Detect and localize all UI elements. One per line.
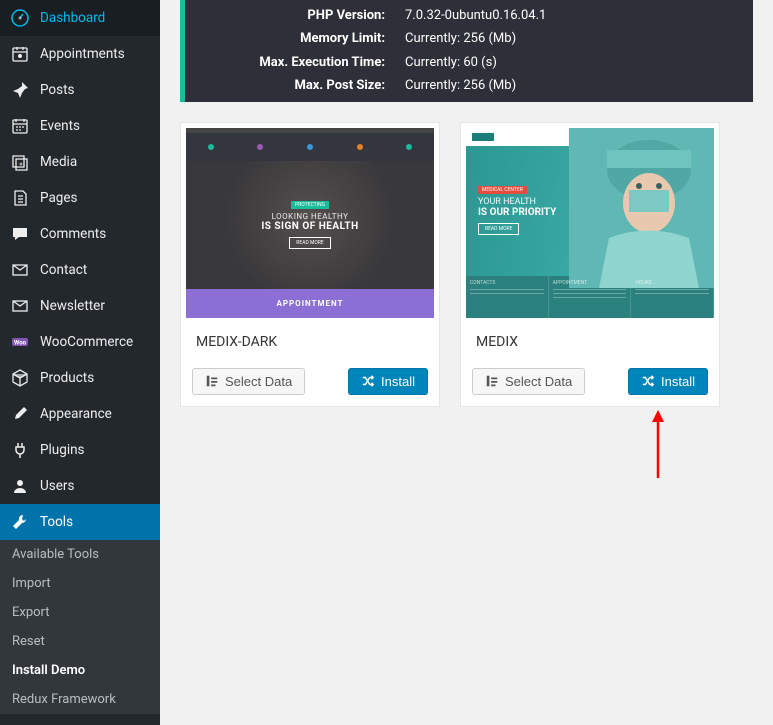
pages-icon bbox=[10, 188, 30, 208]
submenu-item-install-demo[interactable]: Install Demo bbox=[0, 656, 160, 685]
sidebar-item-label: Tools bbox=[40, 514, 73, 530]
sidebar-item-posts[interactable]: Posts bbox=[0, 72, 160, 108]
main-content: PHP Version:7.0.32-0ubuntu0.16.04.1Memor… bbox=[160, 0, 773, 427]
tools-submenu: Available ToolsImportExportResetInstall … bbox=[0, 540, 160, 714]
demo-card-medix-dark: PROTECTINGLOOKING HEALTHYIS SIGN OF HEAL… bbox=[180, 122, 440, 407]
info-value: Currently: 256 (Mb) bbox=[405, 27, 753, 50]
sidebar-item-label: Posts bbox=[40, 82, 74, 98]
mail-icon bbox=[10, 260, 30, 280]
system-info-panel: PHP Version:7.0.32-0ubuntu0.16.04.1Memor… bbox=[180, 0, 753, 102]
sidebar-item-appointments[interactable]: Appointments bbox=[0, 36, 160, 72]
demo-thumbnail: PROTECTINGLOOKING HEALTHYIS SIGN OF HEAL… bbox=[186, 128, 434, 318]
info-label: PHP Version: bbox=[185, 4, 405, 27]
sidebar-item-label: Plugins bbox=[40, 442, 85, 458]
submenu-item-import[interactable]: Import bbox=[0, 569, 160, 598]
sidebar-item-woocommerce[interactable]: WooCommerce bbox=[0, 324, 160, 360]
plug-icon bbox=[10, 440, 30, 460]
sidebar-item-label: Products bbox=[40, 370, 94, 386]
sidebar-item-appearance[interactable]: Appearance bbox=[0, 396, 160, 432]
info-row: Max. Execution Time:Currently: 60 (s) bbox=[185, 51, 753, 74]
sidebar-item-label: Users bbox=[40, 478, 74, 494]
pin-icon bbox=[10, 80, 30, 100]
sidebar-item-events[interactable]: Events bbox=[0, 108, 160, 144]
sidebar-item-label: Comments bbox=[40, 226, 106, 242]
sidebar-item-users[interactable]: Users bbox=[0, 468, 160, 504]
demo-thumbnail: MEDICAL CENTER YOUR HEALTH IS OUR PRIORI… bbox=[466, 128, 714, 318]
sidebar-item-label: Newsletter bbox=[40, 298, 105, 314]
sidebar-item-comments[interactable]: Comments bbox=[0, 216, 160, 252]
wrench-icon bbox=[10, 512, 30, 532]
woo-icon bbox=[10, 332, 30, 352]
sidebar-item-products[interactable]: Products bbox=[0, 360, 160, 396]
install-button[interactable]: Install bbox=[348, 368, 428, 395]
info-value: Currently: 60 (s) bbox=[405, 51, 753, 74]
data-icon bbox=[205, 374, 219, 388]
info-label: Max. Execution Time: bbox=[185, 51, 405, 74]
sidebar-item-pages[interactable]: Pages bbox=[0, 180, 160, 216]
comment-icon bbox=[10, 224, 30, 244]
submenu-item-redux-framework[interactable]: Redux Framework bbox=[0, 685, 160, 714]
data-icon bbox=[485, 374, 499, 388]
sidebar-item-dashboard[interactable]: Dashboard bbox=[0, 0, 160, 36]
info-row: Memory Limit:Currently: 256 (Mb) bbox=[185, 27, 753, 50]
select-data-button[interactable]: Select Data bbox=[472, 368, 585, 395]
sidebar-item-media[interactable]: Media bbox=[0, 144, 160, 180]
submenu-item-available-tools[interactable]: Available Tools bbox=[0, 540, 160, 569]
shuffle-icon bbox=[641, 374, 655, 388]
demo-title: MEDIX-DARK bbox=[186, 318, 434, 368]
info-label: Max. Post Size: bbox=[185, 74, 405, 97]
admin-sidebar: Dashboard Appointments Posts Events Media Pag… bbox=[0, 0, 160, 725]
info-row: Max. Post Size:Currently: 256 (Mb) bbox=[185, 74, 753, 97]
sidebar-item-newsletter[interactable]: Newsletter bbox=[0, 288, 160, 324]
sidebar-item-label: Contact bbox=[40, 262, 87, 278]
sidebar-item-label: Events bbox=[40, 118, 80, 134]
sidebar-item-tools[interactable]: Tools bbox=[0, 504, 160, 540]
sidebar-item-label: WooCommerce bbox=[40, 334, 133, 350]
sidebar-item-label: Dashboard bbox=[40, 10, 105, 26]
sidebar-item-label: Appearance bbox=[40, 406, 112, 422]
demo-title: MEDIX bbox=[466, 318, 714, 368]
info-value: 7.0.32-0ubuntu0.16.04.1 bbox=[405, 4, 753, 27]
sidebar-item-contact[interactable]: Contact bbox=[0, 252, 160, 288]
brush-icon bbox=[10, 404, 30, 424]
calendar-icon bbox=[10, 116, 30, 136]
select-data-button[interactable]: Select Data bbox=[192, 368, 305, 395]
sidebar-item-label: Appointments bbox=[40, 46, 125, 62]
package-icon bbox=[10, 368, 30, 388]
submenu-item-reset[interactable]: Reset bbox=[0, 627, 160, 656]
info-value: Currently: 256 (Mb) bbox=[405, 74, 753, 97]
sidebar-item-plugins[interactable]: Plugins bbox=[0, 432, 160, 468]
submenu-item-export[interactable]: Export bbox=[0, 598, 160, 627]
sidebar-item-label: Media bbox=[40, 154, 77, 170]
mail-icon bbox=[10, 296, 30, 316]
doctor-image bbox=[569, 128, 714, 288]
shuffle-icon bbox=[361, 374, 375, 388]
info-row: PHP Version:7.0.32-0ubuntu0.16.04.1 bbox=[185, 4, 753, 27]
info-label: Memory Limit: bbox=[185, 27, 405, 50]
dashboard-icon bbox=[10, 8, 30, 28]
sidebar-item-label: Pages bbox=[40, 190, 78, 206]
demo-card-medix: MEDICAL CENTER YOUR HEALTH IS OUR PRIORI… bbox=[460, 122, 720, 407]
demo-cards-row: PROTECTINGLOOKING HEALTHYIS SIGN OF HEAL… bbox=[180, 122, 753, 407]
calendar-alt-icon bbox=[10, 44, 30, 64]
user-icon bbox=[10, 476, 30, 496]
media-icon bbox=[10, 152, 30, 172]
install-button[interactable]: Install bbox=[628, 368, 708, 395]
